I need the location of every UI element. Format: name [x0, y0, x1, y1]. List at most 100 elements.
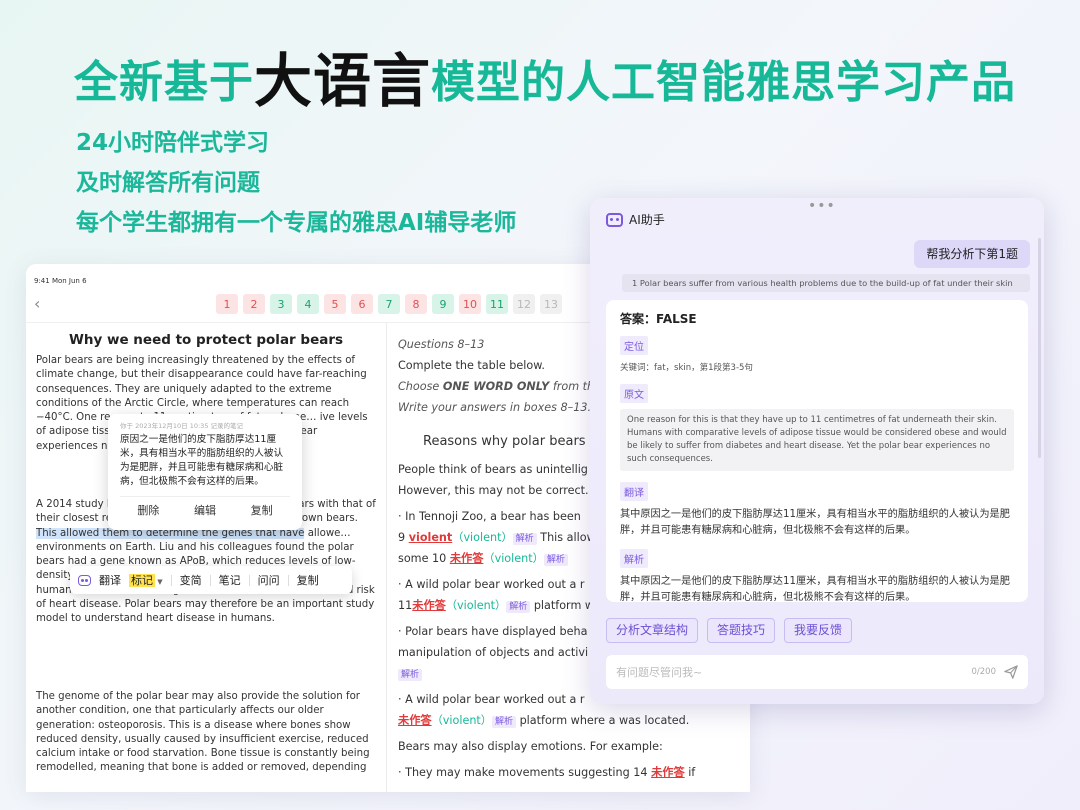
answer-blank[interactable]: 未作答: [450, 552, 484, 565]
note-popup: 你于 2023年12月10日 10:35 记录的笔记 原因之一是他们的皮下脂肪厚…: [108, 414, 302, 530]
ai-assistant-panel: ••• AI助手 帮我分析下第1题 1 Polar bears suffer f…: [590, 198, 1044, 704]
note-divider: [120, 496, 290, 497]
question-text: · They may make movements suggesting 14: [398, 766, 652, 779]
chat-input-box: 0/200: [606, 655, 1028, 689]
ai-header: AI助手: [606, 211, 665, 228]
analysis-tag[interactable]: 解析: [398, 669, 423, 681]
analysis-tag[interactable]: 解析: [506, 601, 531, 613]
question-text: This allow: [536, 531, 596, 544]
copy-note-button[interactable]: 复制: [251, 502, 273, 518]
question-number-chip[interactable]: 12: [513, 294, 535, 314]
back-chevron-icon[interactable]: ‹: [34, 294, 40, 313]
feature-item: 24小时陪伴式学习: [76, 130, 270, 156]
answer-tips-button[interactable]: 答题技巧: [707, 618, 776, 643]
delete-button[interactable]: 删除: [137, 502, 159, 518]
feature-item: 每个学生都拥有一个专属的雅思AI辅导老师: [76, 210, 517, 236]
toolbar-divider: [170, 574, 172, 586]
question-number-chip[interactable]: 9: [432, 294, 454, 314]
toolbar-divider: [209, 574, 211, 586]
pane-divider: [386, 322, 387, 792]
edit-button[interactable]: 编辑: [194, 502, 216, 518]
section-label-locate: 定位: [620, 336, 648, 355]
quoted-question: 1 Polar bears suffer from various health…: [622, 274, 1030, 292]
headline-highlight: 大语言: [254, 47, 432, 115]
question-number-chip[interactable]: 3: [270, 294, 292, 314]
question-number-chip[interactable]: 8: [405, 294, 427, 314]
simplify-button[interactable]: 变简: [180, 572, 202, 588]
status-time: 9:41 Mon Jun 6: [34, 277, 87, 285]
article-paragraph[interactable]: The genome of the polar bear may also pr…: [36, 690, 376, 776]
correct-answer: （violent）: [452, 531, 513, 544]
question-text: if: [684, 766, 696, 779]
keywords: 关键词：fat，skin，第1段第3-5句: [620, 363, 753, 373]
ai-title: AI助手: [629, 213, 665, 227]
question-number-chip[interactable]: 10: [459, 294, 481, 314]
note-actions: 删除 编辑 复制: [120, 502, 290, 518]
section-label-original: 原文: [620, 384, 648, 403]
chat-input[interactable]: [616, 665, 972, 679]
translation-text: 其中原因之一是他们的皮下脂肪厚达11厘米，具有相当水平的脂肪组织的人被认为是肥胖…: [620, 509, 1010, 536]
question-text: platform where a was located.: [516, 714, 690, 727]
question-number-chip[interactable]: 2: [243, 294, 265, 314]
analysis-tag[interactable]: 解析: [543, 554, 568, 566]
ask-button[interactable]: 问问: [258, 572, 280, 588]
note-text: 原因之一是他们的皮下脂肪厚达11厘米，具有相当水平的脂肪组织的人被认为是肥胖，并…: [120, 434, 284, 487]
answer-blank[interactable]: 未作答: [412, 599, 446, 612]
send-icon[interactable]: [1004, 665, 1018, 679]
answer-blank[interactable]: 未作答: [651, 766, 685, 779]
article-pane: Why we need to protect polar bears Polar…: [36, 332, 376, 784]
robot-icon: [78, 574, 91, 586]
analysis-text: 其中原因之一是他们的皮下脂肪厚达11厘米，具有相当水平的脂肪组织的人被认为是肥胖…: [620, 576, 1010, 602]
section-label-analysis: 解析: [620, 549, 648, 568]
notes-button[interactable]: 笔记: [219, 572, 241, 588]
scrollbar[interactable]: [1038, 238, 1041, 458]
toolbar-divider: [248, 574, 250, 586]
answer-blank[interactable]: 未作答: [398, 714, 432, 727]
mark-button[interactable]: 标记 ▼: [129, 572, 163, 588]
section-label-translate: 翻译: [620, 482, 648, 501]
question-number-nav: 1 2 3 4 5 6 7 8 9 10 11 12 13: [216, 294, 562, 314]
translate-button[interactable]: 翻译: [99, 572, 121, 588]
answer-result: 答案：FALSE: [620, 312, 697, 326]
robot-icon: [606, 212, 623, 227]
question-number-chip[interactable]: 13: [540, 294, 562, 314]
question-row: 未作答（violent） 解析 platform where a was loca…: [398, 710, 743, 731]
question-number-chip[interactable]: 7: [378, 294, 400, 314]
headline-before: 全新基于: [74, 57, 254, 108]
chevron-down-icon: ▼: [155, 578, 163, 586]
user-message: 帮我分析下第1题: [914, 240, 1030, 268]
analyze-structure-button[interactable]: 分析文章结构: [606, 618, 699, 643]
question-number-chip[interactable]: 5: [324, 294, 346, 314]
suggestion-chips: 分析文章结构 答题技巧 我要反馈: [606, 618, 853, 643]
instr-text: Choose: [398, 380, 443, 393]
feedback-button[interactable]: 我要反馈: [784, 618, 853, 643]
article-title: Why we need to protect polar bears: [68, 332, 344, 348]
question-number-chip[interactable]: 1: [216, 294, 238, 314]
instr-bold: ONE WORD ONLY: [442, 380, 550, 393]
question-number-chip[interactable]: 6: [351, 294, 373, 314]
correct-answer: （violent）: [431, 714, 492, 727]
question-number-chip[interactable]: 11: [486, 294, 508, 314]
correct-answer: （violent）: [445, 599, 507, 612]
question-number: 9: [398, 531, 409, 544]
analysis-tag[interactable]: 解析: [512, 533, 537, 545]
question-number: some 10: [398, 552, 450, 565]
feature-item: 及时解答所有问题: [76, 170, 260, 196]
drag-handle-icon[interactable]: •••: [808, 198, 836, 214]
toolbar-divider: [287, 574, 289, 586]
note-meta: 你于 2023年12月10日 10:35 记录的笔记: [120, 422, 244, 430]
headline: 全新基于大语言模型的人工智能雅思学习产品: [74, 34, 1016, 118]
copy-button[interactable]: 复制: [297, 572, 319, 588]
question-text: Bears may also display emotions. For exa…: [398, 740, 663, 753]
ai-response-card: 答案：FALSE 定位 关键词：fat，skin，第1段第3-5句 原文 One…: [606, 300, 1028, 602]
mark-label: 标记: [129, 574, 155, 587]
answer-blank[interactable]: violent: [409, 531, 453, 544]
headline-after: 模型的人工智能雅思学习产品: [431, 57, 1017, 108]
correct-answer: （violent）: [483, 552, 544, 565]
selection-toolbar: 翻译 标记 ▼ 变简 笔记 问问 复制: [70, 566, 352, 594]
feature-list: 24小时陪伴式学习 及时解答所有问题 每个学生都拥有一个专属的雅思AI辅导老师: [76, 128, 516, 248]
analysis-tag[interactable]: 解析: [492, 716, 517, 728]
original-text: One reason for this is that they have up…: [620, 409, 1014, 471]
question-text: platform w: [530, 599, 595, 612]
question-number-chip[interactable]: 4: [297, 294, 319, 314]
